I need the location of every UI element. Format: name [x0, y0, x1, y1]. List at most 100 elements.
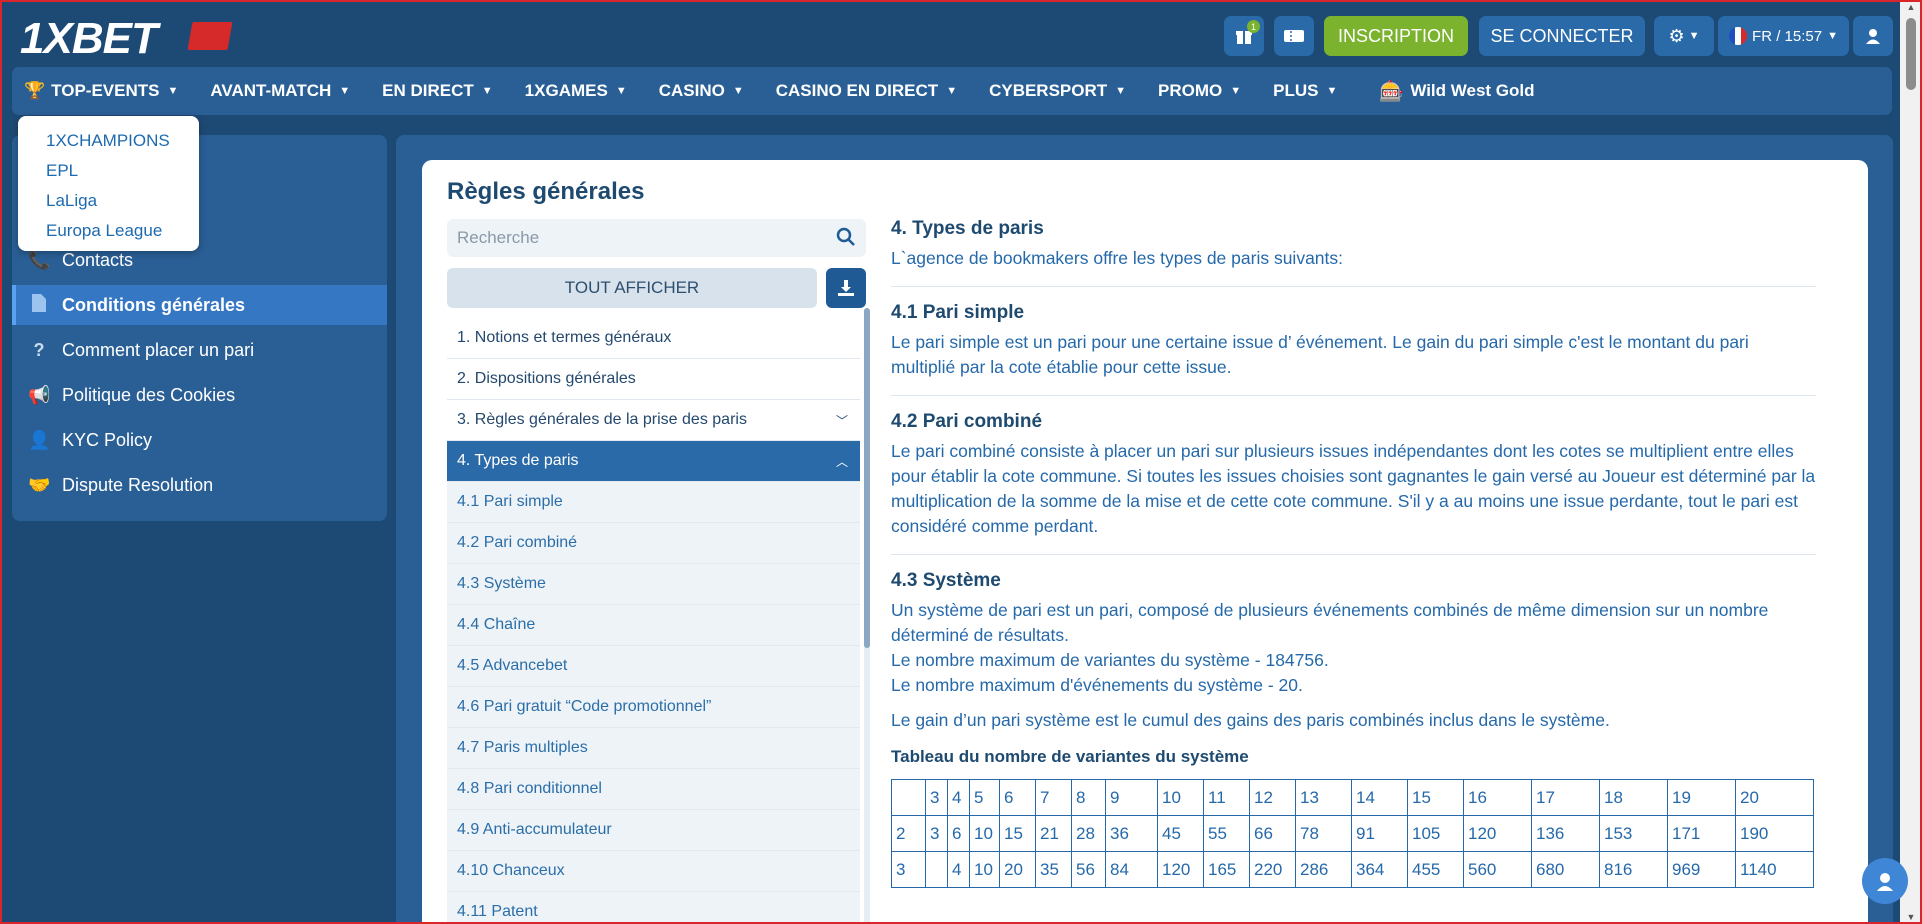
- sidebar-item-kyc[interactable]: 👤 KYC Policy: [12, 420, 387, 460]
- nav-label: TOP-EVENTS: [51, 81, 160, 100]
- toc-subitem[interactable]: 4.9 Anti-accumulateur: [447, 810, 860, 851]
- toc-subitem[interactable]: 4.6 Pari gratuit “Code promotionnel”: [447, 687, 860, 728]
- dropdown-item-1xchampions[interactable]: 1XCHAMPIONS: [46, 126, 199, 156]
- table-cell: 45: [1157, 815, 1204, 852]
- table-row: 2 3 6 10 15 21 28 36 45 55 66 78 91 105 120 136 153 171 19…: [891, 815, 1814, 852]
- inscription-button[interactable]: INSCRIPTION: [1324, 16, 1468, 56]
- language-time-label: FR / 15:57: [1752, 27, 1823, 45]
- table-cell: 36: [1105, 815, 1158, 852]
- account-button[interactable]: [1853, 16, 1893, 56]
- chevron-down-icon: ▼: [946, 85, 958, 97]
- toc-subitem[interactable]: 4.2 Pari combiné: [447, 523, 860, 564]
- toc-label: 4.9 Anti-accumulateur: [457, 821, 612, 838]
- table-cell: 15: [999, 815, 1036, 852]
- gift-button[interactable]: 1: [1224, 16, 1264, 56]
- nav-label: CYBERSPORT: [989, 81, 1108, 100]
- nav-wild-west-gold[interactable]: 🎰 Wild West Gold: [1367, 79, 1534, 104]
- phone-icon: 📞: [28, 249, 51, 270]
- nav-cybersport[interactable]: CYBERSPORT ▼: [977, 81, 1126, 101]
- search-icon[interactable]: [836, 227, 856, 247]
- scroll-up-icon[interactable]: ▲: [1906, 2, 1916, 12]
- toc-label: 4.5 Advancebet: [457, 657, 568, 674]
- table-cell: 4: [947, 779, 970, 816]
- table-cell: 8: [1071, 779, 1106, 816]
- nav-label: CASINO: [658, 81, 725, 100]
- support-chat-button[interactable]: [1862, 858, 1908, 904]
- sidebar-item-label: Politique des Cookies: [62, 384, 236, 405]
- page-scrollbar[interactable]: ▲ ▼: [1900, 0, 1922, 924]
- table-cell: 84: [1105, 851, 1158, 888]
- table-cell: 18: [1599, 779, 1668, 816]
- nav-casino-en-direct[interactable]: CASINO EN DIRECT ▼: [764, 81, 957, 101]
- toc-subitem[interactable]: 4.5 Advancebet: [447, 646, 860, 687]
- logo[interactable]: 1XBET: [20, 14, 158, 64]
- flag-fr-icon: [1729, 27, 1748, 45]
- nav-casino[interactable]: CASINO ▼: [647, 81, 744, 101]
- sidebar-item-conditions[interactable]: Conditions générales: [12, 285, 387, 325]
- settings-button[interactable]: ⚙ ▼: [1654, 16, 1714, 56]
- login-button[interactable]: SE CONNECTER: [1479, 16, 1645, 56]
- nav-label: Wild West Gold: [1410, 81, 1535, 100]
- nav-1xgames[interactable]: 1XGAMES ▼: [513, 81, 627, 101]
- scroll-down-icon[interactable]: ▼: [1906, 912, 1916, 922]
- nav-avant-match[interactable]: AVANT-MATCH ▼: [198, 81, 350, 101]
- divider: [891, 286, 1816, 287]
- sidebar-item-label: Contacts: [62, 249, 134, 270]
- show-all-button[interactable]: TOUT AFFICHER: [447, 268, 817, 308]
- chevron-down-icon: ▼: [1688, 30, 1700, 42]
- dropdown-item-laliga[interactable]: LaLiga: [46, 186, 199, 216]
- dropdown-item-europa-league[interactable]: Europa League: [46, 216, 199, 246]
- table-cell: 6: [999, 779, 1036, 816]
- toc-subitem[interactable]: 4.11 Patent: [447, 892, 860, 924]
- download-button[interactable]: [826, 268, 866, 308]
- table-cell: 120: [1157, 851, 1204, 888]
- toc-subitem[interactable]: 4.8 Pari conditionnel: [447, 769, 860, 810]
- table-cell: 20: [999, 851, 1036, 888]
- nav-en-direct[interactable]: EN DIRECT ▼: [370, 81, 493, 101]
- nav-label: EN DIRECT: [382, 81, 474, 100]
- search-input[interactable]: [447, 219, 807, 257]
- table-cell: 165: [1203, 851, 1250, 888]
- page-scroll-thumb[interactable]: [1906, 18, 1916, 90]
- table-cell: 7: [1035, 779, 1072, 816]
- coupon-button[interactable]: [1274, 16, 1314, 56]
- toc-subitem[interactable]: 4.1 Pari simple: [447, 482, 860, 523]
- table-cell: 9: [1105, 779, 1158, 816]
- table-cell: 12: [1249, 779, 1296, 816]
- toc-label: 2. Dispositions générales: [457, 370, 636, 387]
- toc-subitem[interactable]: 4.7 Paris multiples: [447, 728, 860, 769]
- table-cell: 15: [1407, 779, 1464, 816]
- table-cell: 10: [969, 815, 1000, 852]
- chevron-up-icon: ︿: [835, 454, 848, 469]
- toc-item[interactable]: 1. Notions et termes généraux: [447, 318, 860, 359]
- nav-plus[interactable]: PLUS ▼: [1261, 81, 1337, 101]
- sidebar-item-dispute[interactable]: 🤝 Dispute Resolution: [12, 465, 387, 505]
- table-cell: 56: [1071, 851, 1106, 888]
- toc-item[interactable]: 3. Règles générales de la prise des pari…: [447, 400, 860, 441]
- chevron-down-icon: ▼: [167, 85, 179, 97]
- toc-scroll-thumb[interactable]: [864, 308, 870, 648]
- table-cell: 5: [969, 779, 1000, 816]
- toc-label: 4.2 Pari combiné: [457, 534, 578, 551]
- toc-item-active[interactable]: 4. Types de paris ︿: [447, 441, 860, 482]
- table-row: 3 4 10 20 35 56 84 120 165 220 286 364 455 560 680 816 9…: [891, 851, 1814, 888]
- toc-subitem[interactable]: 4.4 Chaîne: [447, 605, 860, 646]
- chevron-down-icon: ▼: [615, 85, 627, 97]
- toc-subitem[interactable]: 4.3 Système: [447, 564, 860, 605]
- user-icon: [1866, 29, 1880, 44]
- sidebar-item-cookies[interactable]: 📢 Politique des Cookies: [12, 375, 387, 415]
- dropdown-item-epl[interactable]: EPL: [46, 156, 199, 186]
- language-time-button[interactable]: FR / 15:57 ▼: [1718, 16, 1849, 56]
- table-title: Tableau du nombre de variantes du systèm…: [891, 747, 1249, 766]
- download-icon: [838, 280, 854, 296]
- toc-item[interactable]: 2. Dispositions générales: [447, 359, 860, 400]
- toc-scrollbar[interactable]: [864, 308, 870, 924]
- sidebar-item-how-to-bet[interactable]: ? Comment placer un pari: [12, 330, 387, 370]
- toc-subitem[interactable]: 4.10 Chanceux: [447, 851, 860, 892]
- nav-top-events[interactable]: 🏆 TOP-EVENTS ▼: [12, 81, 178, 101]
- sidebar-item-label: Dispute Resolution: [62, 474, 214, 495]
- table-cell: 120: [1463, 815, 1532, 852]
- toc-label: 4.1 Pari simple: [457, 493, 563, 510]
- toc-label: 4.10 Chanceux: [457, 862, 565, 879]
- nav-promo[interactable]: PROMO ▼: [1146, 81, 1241, 101]
